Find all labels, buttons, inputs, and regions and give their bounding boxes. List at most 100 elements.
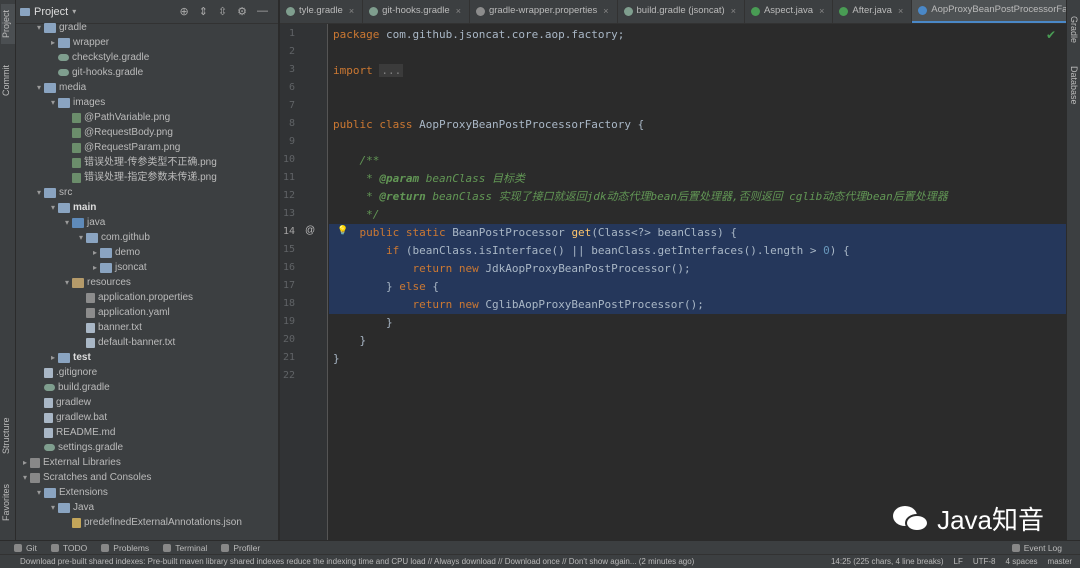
tree-item[interactable]: ▾ src [16, 185, 278, 200]
project-panel-title[interactable]: Project [34, 6, 68, 18]
code-line[interactable]: return new CglibAopProxyBeanPostProcesso… [333, 296, 703, 314]
tree-item[interactable]: settings.gradle [16, 440, 278, 455]
tree-item[interactable]: ▾ gradle [16, 20, 278, 35]
profiler-tool-button[interactable]: Profiler [221, 543, 260, 553]
git-tool-button[interactable]: Git [14, 543, 37, 553]
git-branch[interactable]: master [1048, 557, 1072, 566]
tree-item[interactable]: ▾ resources [16, 275, 278, 290]
editor-tab[interactable]: build.gradle (jsoncat) × [618, 0, 745, 23]
expand-arrow-icon[interactable]: ▾ [76, 230, 86, 245]
expand-arrow-icon[interactable]: ▸ [20, 455, 30, 470]
expand-arrow-icon[interactable]: ▾ [48, 200, 58, 215]
code-line[interactable]: return new JdkAopProxyBeanPostProcessor(… [333, 260, 690, 278]
tree-item[interactable]: banner.txt [16, 320, 278, 335]
inspection-ok-icon[interactable]: ✔ [1046, 28, 1056, 42]
tree-item[interactable]: @RequestParam.png [16, 140, 278, 155]
expand-arrow-icon[interactable]: ▸ [90, 245, 100, 260]
tree-item[interactable]: ▾ Extensions [16, 485, 278, 500]
close-icon[interactable]: × [731, 0, 736, 23]
code-line[interactable]: } [333, 314, 393, 332]
close-icon[interactable]: × [603, 0, 608, 23]
tree-item[interactable]: @RequestBody.png [16, 125, 278, 140]
tree-item[interactable]: 错误处理-传参类型不正确.png [16, 155, 278, 170]
expand-arrow-icon[interactable]: ▾ [34, 185, 44, 200]
line-separator[interactable]: LF [954, 557, 963, 566]
tree-item[interactable]: ▸ wrapper [16, 35, 278, 50]
intention-bulb-icon[interactable]: 💡 [337, 226, 348, 236]
expand-arrow-icon[interactable]: ▾ [34, 20, 44, 35]
implementation-marker-icon[interactable]: @ [305, 225, 315, 236]
expand-arrow-icon[interactable]: ▸ [48, 35, 58, 50]
tree-item[interactable]: application.yaml [16, 305, 278, 320]
gear-icon[interactable]: ⚙ [237, 5, 247, 18]
chevron-down-icon[interactable]: ▾ [72, 7, 76, 16]
tree-item[interactable]: ▾ com.github [16, 230, 278, 245]
expand-arrow-icon[interactable]: ▾ [34, 80, 44, 95]
file-encoding[interactable]: UTF-8 [973, 557, 996, 566]
commit-tool-tab[interactable]: Commit [1, 62, 15, 100]
tree-item[interactable]: git-hooks.gradle [16, 65, 278, 80]
structure-tool-tab[interactable]: Structure [1, 414, 15, 458]
code-line[interactable]: public class AopProxyBeanPostProcessorFa… [333, 116, 644, 134]
editor-tab[interactable]: git-hooks.gradle × [363, 0, 470, 23]
expand-arrow-icon[interactable]: ▸ [48, 350, 58, 365]
tree-item[interactable]: ▾ Scratches and Consoles [16, 470, 278, 485]
caret-position[interactable]: 14:25 (225 chars, 4 line breaks) [831, 557, 944, 566]
tree-item[interactable]: ▸ jsoncat [16, 260, 278, 275]
expand-arrow-icon[interactable]: ▸ [90, 260, 100, 275]
expand-arrow-icon[interactable]: ▾ [62, 215, 72, 230]
code-area[interactable]: package com.github.jsoncat.core.aop.fact… [329, 24, 1066, 540]
hide-icon[interactable]: — [257, 5, 268, 18]
tree-item[interactable]: README.md [16, 425, 278, 440]
tree-item[interactable]: ▾ Java [16, 500, 278, 515]
tree-item[interactable]: build.gradle [16, 380, 278, 395]
tree-item[interactable]: ▾ java [16, 215, 278, 230]
indent-setting[interactable]: 4 spaces [1006, 557, 1038, 566]
code-line[interactable]: } else { [333, 278, 439, 296]
tree-item[interactable]: default-banner.txt [16, 335, 278, 350]
close-icon[interactable]: × [898, 0, 903, 23]
code-line[interactable]: } [333, 332, 366, 350]
database-tool-tab[interactable]: Database [1067, 60, 1079, 110]
todo-tool-button[interactable]: TODO [50, 543, 87, 553]
editor-tab[interactable]: tyle.gradle × [280, 0, 364, 23]
close-icon[interactable]: × [349, 0, 354, 23]
tree-item[interactable]: gradlew [16, 395, 278, 410]
favorites-tool-tab[interactable]: Favorites [1, 480, 15, 524]
code-line[interactable]: import ... [333, 62, 404, 80]
code-editor[interactable]: 1 2 3 6 7 8 9 10 11 12 13 14 15 16 17 18 19 20 21 22 @ packa… [280, 24, 1066, 540]
problems-tool-button[interactable]: Problems [101, 543, 149, 553]
expand-arrow-icon[interactable]: ▾ [62, 275, 72, 290]
expand-all-icon[interactable]: ⇕ [199, 5, 208, 18]
code-line[interactable]: * @return beanClass 实现了接口就返回jdk动态代理bean后… [333, 188, 948, 206]
code-line[interactable]: */ [333, 206, 379, 224]
code-line[interactable]: /** [333, 152, 380, 170]
tree-item[interactable]: ▾ main [16, 200, 278, 215]
expand-arrow-icon[interactable]: ▾ [48, 500, 58, 515]
code-line[interactable]: * @param beanClass 目标类 [333, 170, 525, 188]
expand-arrow-icon[interactable]: ▾ [48, 95, 58, 110]
close-icon[interactable]: × [819, 0, 824, 23]
tree-item[interactable]: predefinedExternalAnnotations.json [16, 515, 278, 530]
expand-arrow-icon[interactable]: ▾ [34, 485, 44, 500]
tree-item[interactable]: ▾ images [16, 95, 278, 110]
code-line[interactable]: if (beanClass.isInterface() || beanClass… [333, 242, 850, 260]
code-line[interactable]: } [333, 350, 340, 368]
close-icon[interactable]: × [456, 0, 461, 23]
editor-tab[interactable]: After.java × [833, 0, 913, 23]
event-log-button[interactable]: Event Log [1011, 543, 1062, 553]
tree-item[interactable]: .gitignore [16, 365, 278, 380]
tree-item[interactable]: @PathVariable.png [16, 110, 278, 125]
editor-tab[interactable]: Aspect.java × [745, 0, 834, 23]
status-message[interactable]: Download pre-built shared indexes: Pre-b… [20, 557, 694, 566]
project-tool-tab[interactable]: Project [1, 4, 15, 44]
code-line[interactable]: package com.github.jsoncat.core.aop.fact… [333, 26, 624, 44]
tree-item[interactable]: 错误处理-指定参数未传递.png [16, 170, 278, 185]
code-line[interactable]: public static BeanPostProcessor get(Clas… [333, 224, 738, 242]
tree-item[interactable]: gradlew.bat [16, 410, 278, 425]
tree-item[interactable]: ▸ test [16, 350, 278, 365]
expand-arrow-icon[interactable]: ▾ [20, 470, 30, 485]
locate-icon[interactable]: ⊕ [179, 5, 188, 18]
tree-item[interactable]: checkstyle.gradle [16, 50, 278, 65]
terminal-tool-button[interactable]: Terminal [163, 543, 207, 553]
